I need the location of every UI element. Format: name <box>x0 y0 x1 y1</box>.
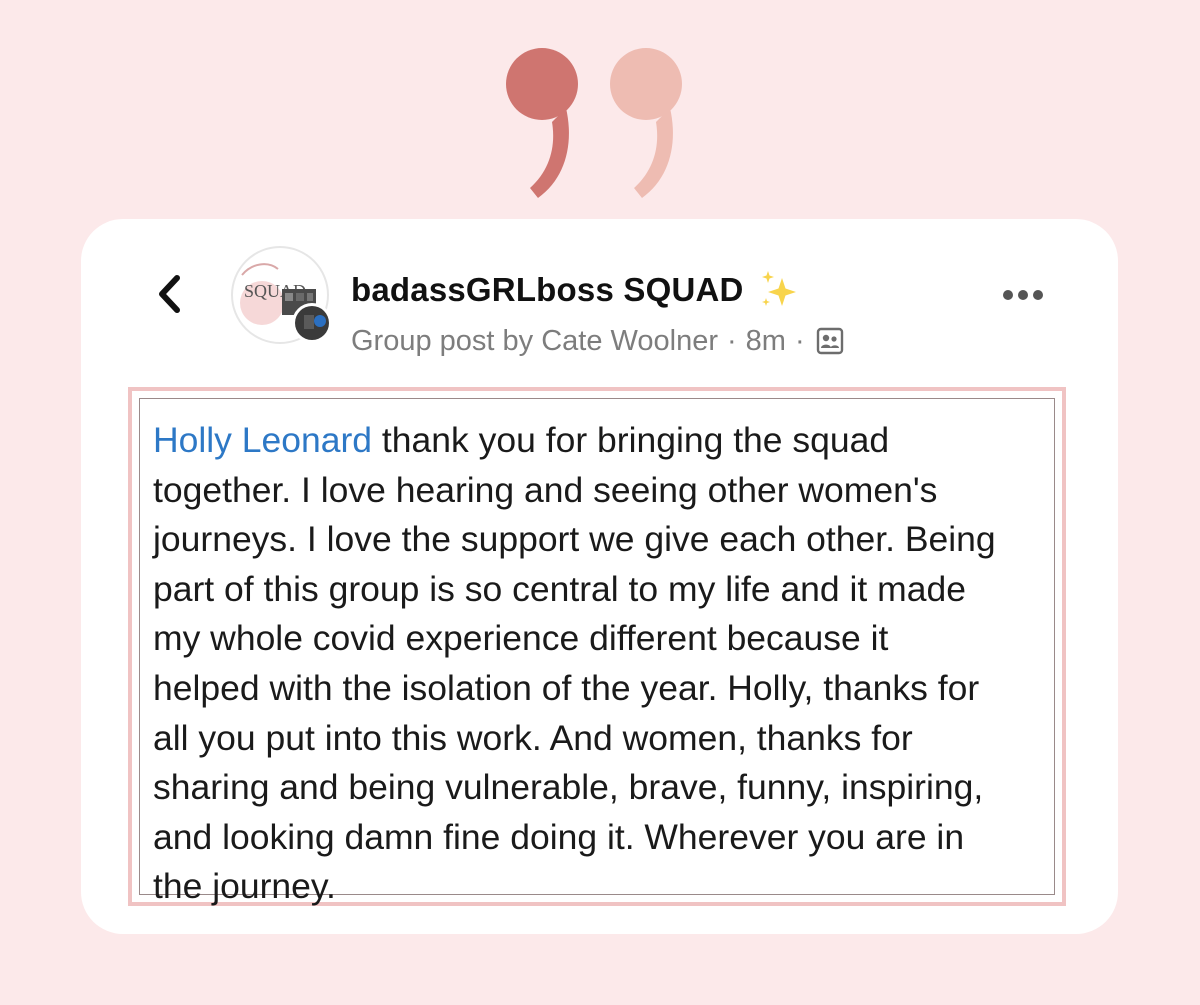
sparkles-icon <box>761 271 796 306</box>
back-button[interactable] <box>145 268 195 320</box>
post-text: Holly Leonard thank you for bringing the… <box>153 416 1068 912</box>
post-line: the journey. <box>153 866 336 907</box>
post-time[interactable]: 8m <box>746 325 786 358</box>
group-visibility-icon <box>816 327 843 355</box>
post-line: together. I love hearing and seeing othe… <box>153 469 938 510</box>
post-meta: Group post by Cate Woolner · 8m · <box>351 320 844 362</box>
group-avatar[interactable]: SQUAD <box>230 245 338 345</box>
post-line: helped with the isolation of the year. H… <box>153 667 980 708</box>
post-line: and looking damn fine doing it. Wherever… <box>153 816 965 857</box>
meta-separator: · <box>727 324 737 357</box>
meta-separator: · <box>794 324 805 357</box>
more-options-icon <box>1003 290 1043 300</box>
quote-left-glyph <box>506 48 578 198</box>
post-body-frame: Holly Leonard thank you for bringing the… <box>139 398 1055 906</box>
post-line: sharing and being vulnerable, brave, fun… <box>153 767 984 808</box>
post-body: Holly Leonard thank you for bringing the… <box>128 387 1066 906</box>
mention-link[interactable]: Holly Leonard <box>153 420 372 460</box>
quote-right-glyph <box>610 48 682 198</box>
group-name[interactable]: badassGRLboss SQUAD <box>351 271 744 309</box>
more-options-button[interactable] <box>995 280 1051 310</box>
post-line: all you put into this work. And women, t… <box>153 717 913 758</box>
post-line: thank you for bringing the squad <box>372 420 890 460</box>
post-line: part of this group is so central to my l… <box>153 568 966 609</box>
quotation-mark-icon <box>506 48 682 198</box>
post-line: journeys. I love the support we give eac… <box>153 519 996 560</box>
post-author-line: Group post by Cate Woolner <box>351 324 718 357</box>
post-line: my whole covid experience different beca… <box>153 618 889 659</box>
chevron-left-icon <box>159 275 180 313</box>
group-name-row: badassGRLboss SQUAD <box>351 266 802 314</box>
